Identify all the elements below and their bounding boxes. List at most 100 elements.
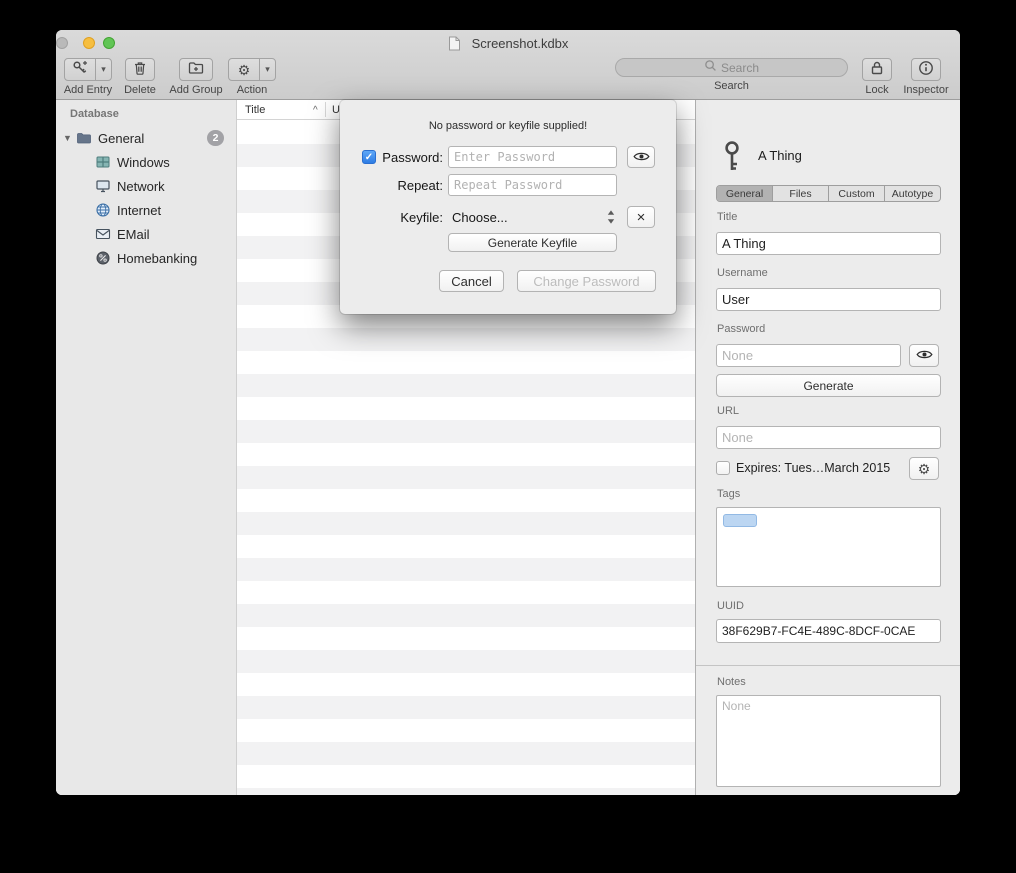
uuid-field-label: UUID	[717, 600, 744, 612]
info-icon	[918, 60, 934, 79]
entry-count-badge: 2	[207, 130, 224, 146]
change-password-sheet: No password or keyfile supplied! Passwor…	[340, 100, 676, 314]
toolbar-label-action: Action	[237, 84, 268, 96]
tags-field[interactable]	[716, 507, 941, 587]
sidebar-item-label: Homebanking	[117, 251, 236, 266]
delete-button[interactable]	[125, 58, 155, 81]
password-field-label: Password	[717, 323, 765, 335]
chevron-down-icon: ▾	[101, 64, 106, 75]
repeat-password-input[interactable]	[448, 174, 617, 196]
add-group-button[interactable]	[179, 58, 213, 81]
toolbar-label-search: Search	[714, 80, 749, 92]
network-icon	[95, 178, 111, 194]
clear-keyfile-button[interactable]: ×	[627, 206, 655, 228]
password-label: Password:	[378, 150, 443, 165]
keyfile-label: Keyfile:	[378, 210, 443, 225]
inspector-panel: A Thing General Files Custom Autotype Ti…	[695, 100, 960, 795]
column-divider[interactable]	[325, 102, 326, 117]
key-icon	[721, 140, 743, 172]
url-field-label: URL	[717, 405, 739, 417]
chevron-down-icon: ▾	[265, 64, 270, 75]
url-field[interactable]	[716, 426, 941, 449]
key-plus-icon	[72, 60, 88, 79]
sidebar-item-email[interactable]: EMail	[56, 222, 236, 246]
toolbar-label-add-entry: Add Entry	[64, 84, 112, 96]
search-icon	[704, 59, 717, 77]
disclosure-triangle-icon[interactable]: ▼	[63, 133, 76, 143]
sidebar-item-network[interactable]: Network	[56, 174, 236, 198]
sidebar-item-homebanking[interactable]: Homebanking	[56, 246, 236, 270]
add-entry-button[interactable]	[64, 58, 96, 81]
inspector-divider	[696, 665, 960, 666]
toolbar-label-inspector: Inspector	[903, 84, 948, 96]
document-icon	[448, 36, 461, 51]
repeat-label: Repeat:	[378, 178, 443, 193]
username-field-label: Username	[717, 267, 768, 279]
search-input[interactable]: Search	[615, 58, 848, 77]
username-field[interactable]	[716, 288, 941, 311]
password-input[interactable]	[448, 146, 617, 168]
column-header-username[interactable]: U	[332, 104, 340, 116]
reveal-password-button[interactable]	[627, 146, 655, 168]
password-field[interactable]	[716, 344, 901, 367]
notes-field-label: Notes	[717, 676, 746, 688]
sidebar-section-header: Database	[56, 106, 236, 122]
lock-icon	[869, 60, 885, 79]
toolbar-label-delete: Delete	[124, 84, 156, 96]
tab-general[interactable]: General	[717, 186, 772, 201]
sidebar-item-label: Windows	[117, 155, 236, 170]
sidebar-item-internet[interactable]: Internet	[56, 198, 236, 222]
gear-icon: ⚙	[238, 63, 251, 77]
action-button[interactable]: ⚙	[228, 58, 260, 81]
sidebar-item-label: EMail	[117, 227, 236, 242]
tab-autotype[interactable]: Autotype	[884, 186, 940, 201]
folder-plus-icon	[188, 60, 204, 79]
add-entry-dropdown-button[interactable]: ▾	[95, 58, 112, 81]
toolbar-label-lock: Lock	[865, 84, 888, 96]
toolbar-lock-group: Lock	[858, 58, 896, 96]
sidebar-item-label: General	[98, 131, 207, 146]
tags-field-label: Tags	[717, 488, 740, 500]
column-header-title[interactable]: Title	[245, 104, 265, 116]
generate-password-button[interactable]: Generate	[716, 374, 941, 397]
eye-icon	[633, 150, 650, 165]
sidebar-item-windows[interactable]: Windows	[56, 150, 236, 174]
globe-icon	[95, 202, 111, 218]
tab-files[interactable]: Files	[772, 186, 828, 201]
uuid-field[interactable]	[716, 619, 941, 643]
toolbar-search-group: Search Search	[615, 58, 848, 92]
search-placeholder: Search	[721, 61, 759, 75]
toolbar-action-group: ⚙ ▾ Action	[228, 58, 276, 96]
inspector-tabs: General Files Custom Autotype	[716, 185, 941, 202]
folder-icon	[76, 130, 92, 146]
title-field[interactable]	[716, 232, 941, 255]
trash-icon	[132, 60, 148, 79]
eye-icon	[916, 348, 933, 363]
generate-keyfile-button[interactable]: Generate Keyfile	[448, 233, 617, 252]
lock-button[interactable]	[862, 58, 892, 81]
keyfile-popup[interactable]: Choose...	[452, 210, 508, 225]
toolbar-delete-group: Delete	[122, 58, 158, 96]
change-password-button[interactable]: Change Password	[517, 270, 656, 292]
title-field-label: Title	[717, 211, 737, 223]
password-checkbox[interactable]	[362, 150, 376, 164]
cancel-button[interactable]: Cancel	[439, 270, 504, 292]
stepper-icon[interactable]	[606, 209, 616, 225]
tab-custom[interactable]: Custom	[828, 186, 884, 201]
toolbar-add-group-group: Add Group	[168, 58, 224, 96]
title-bar: Screenshot.kdbx	[56, 30, 960, 56]
sidebar-item-general[interactable]: ▼ General 2	[56, 126, 236, 150]
app-window: Screenshot.kdbx ▾ Add Entry Del	[56, 30, 960, 795]
gear-icon: ⚙	[918, 462, 931, 476]
expires-checkbox[interactable]	[716, 461, 730, 475]
entry-title: A Thing	[758, 148, 802, 163]
sheet-message: No password or keyfile supplied!	[340, 120, 676, 132]
coin-icon	[95, 250, 111, 266]
sidebar-item-label: Internet	[117, 203, 236, 218]
tag-token[interactable]	[723, 514, 757, 527]
notes-field[interactable]	[716, 695, 941, 787]
action-dropdown-button[interactable]: ▾	[259, 58, 276, 81]
expires-settings-button[interactable]: ⚙	[909, 457, 939, 480]
inspector-button[interactable]	[911, 58, 941, 81]
reveal-password-button[interactable]	[909, 344, 939, 367]
